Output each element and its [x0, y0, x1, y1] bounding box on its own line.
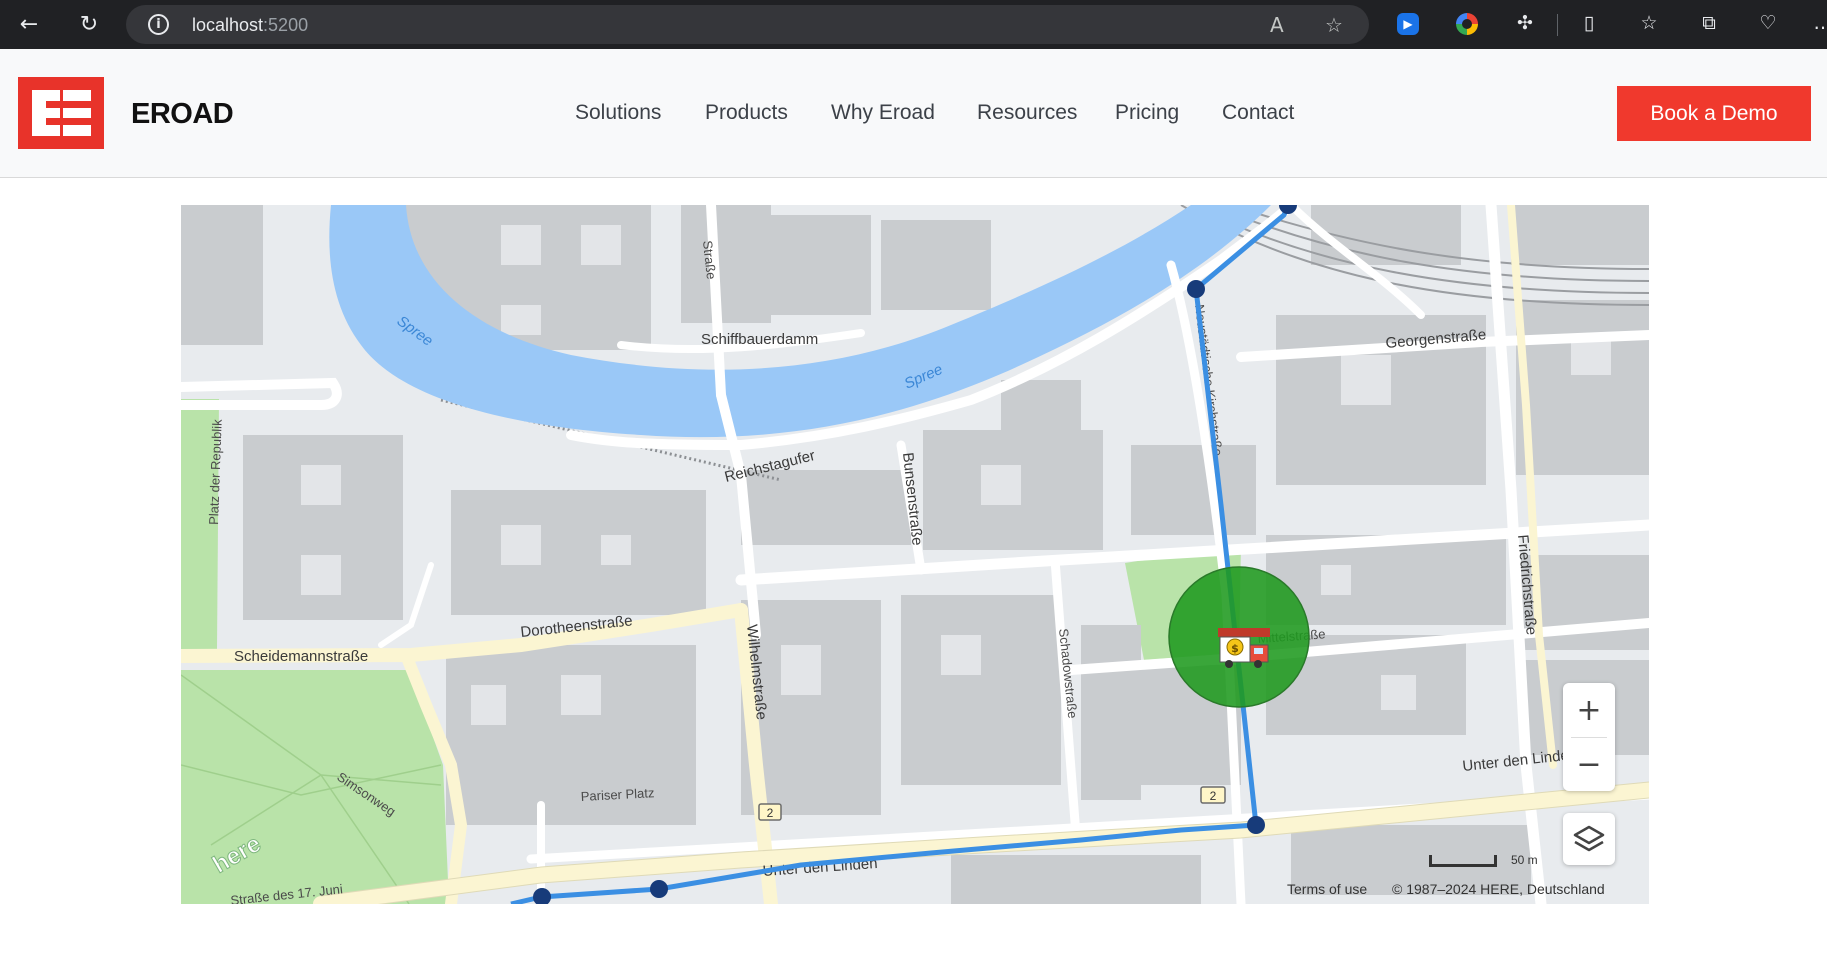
color-extension-icon[interactable]: [1456, 13, 1478, 35]
waypoint: [1247, 816, 1265, 834]
address-bar[interactable]: i localhost:5200 A ☆: [126, 5, 1369, 44]
layers-icon: [1573, 825, 1605, 852]
back-arrow-icon[interactable]: ←: [12, 8, 46, 40]
nav-resources[interactable]: Resources: [977, 101, 1077, 125]
more-menu-icon[interactable]: …: [1810, 10, 1827, 36]
nav-why-eroad[interactable]: Why Eroad: [831, 101, 935, 125]
scale-label: 50 m: [1511, 853, 1538, 867]
browser-toolbar: ← ↻ i localhost:5200 A ☆ ▶ ✣ ▯ ☆ ⧉ ♡ …: [0, 0, 1827, 49]
site-header: EROAD Solutions Products Why Eroad Resou…: [0, 49, 1827, 178]
split-screen-icon[interactable]: ▯: [1576, 10, 1602, 36]
waypoint: [1187, 280, 1205, 298]
route-badge-label: 2: [767, 806, 774, 820]
url-text[interactable]: localhost:5200: [192, 15, 308, 36]
label-schiffbauerdamm: Schiffbauerdamm: [701, 331, 818, 348]
route-badge: 2: [758, 803, 782, 821]
star-icon[interactable]: ☆: [1325, 13, 1343, 37]
truck-icon[interactable]: $: [1218, 628, 1270, 668]
label-scheidemannstrasse: Scheidemannstraße: [234, 648, 368, 665]
url-port: :5200: [263, 15, 309, 35]
browser-essentials-icon[interactable]: ♡: [1755, 10, 1781, 36]
main-nav: Solutions Products Why Eroad Resources P…: [0, 101, 1827, 131]
zoom-control: + −: [1563, 683, 1615, 791]
nav-products[interactable]: Products: [705, 101, 788, 125]
collections-icon[interactable]: ⧉: [1696, 10, 1722, 36]
nav-solutions[interactable]: Solutions: [575, 101, 661, 125]
waypoint: [533, 888, 551, 904]
map-view[interactable]: Spree Spree Schiffbauerdamm Georgenstraß…: [181, 205, 1649, 904]
nav-pricing[interactable]: Pricing: [1115, 101, 1179, 125]
svg-text:$: $: [1231, 642, 1239, 655]
waypoint: [650, 880, 668, 898]
toolbar-divider: [1557, 14, 1558, 36]
terms-link[interactable]: Terms of use: [1287, 881, 1367, 897]
zoom-out-button[interactable]: −: [1563, 737, 1615, 791]
site-info-icon[interactable]: i: [148, 14, 169, 35]
read-aloud-icon[interactable]: A: [1270, 13, 1284, 37]
nav-contact[interactable]: Contact: [1222, 101, 1294, 125]
map-copyright: © 1987–2024 HERE, Deutschland: [1392, 881, 1605, 897]
route-badge-label: 2: [1210, 789, 1217, 803]
zoom-in-button[interactable]: +: [1563, 683, 1615, 737]
video-extension-icon[interactable]: ▶: [1397, 13, 1419, 35]
reload-icon[interactable]: ↻: [72, 8, 106, 40]
extensions-icon[interactable]: ✣: [1512, 10, 1538, 36]
route-badge: 2: [1200, 786, 1226, 804]
url-host: localhost: [192, 15, 264, 35]
label-platz-der-republik: Platz der Republik: [206, 419, 225, 525]
map-canvas[interactable]: Spree Spree Schiffbauerdamm Georgenstraß…: [181, 205, 1649, 904]
book-demo-button[interactable]: Book a Demo: [1617, 86, 1811, 141]
scale-bar: [1429, 855, 1497, 867]
favorites-icon[interactable]: ☆: [1636, 10, 1662, 36]
layers-button[interactable]: [1563, 813, 1615, 865]
